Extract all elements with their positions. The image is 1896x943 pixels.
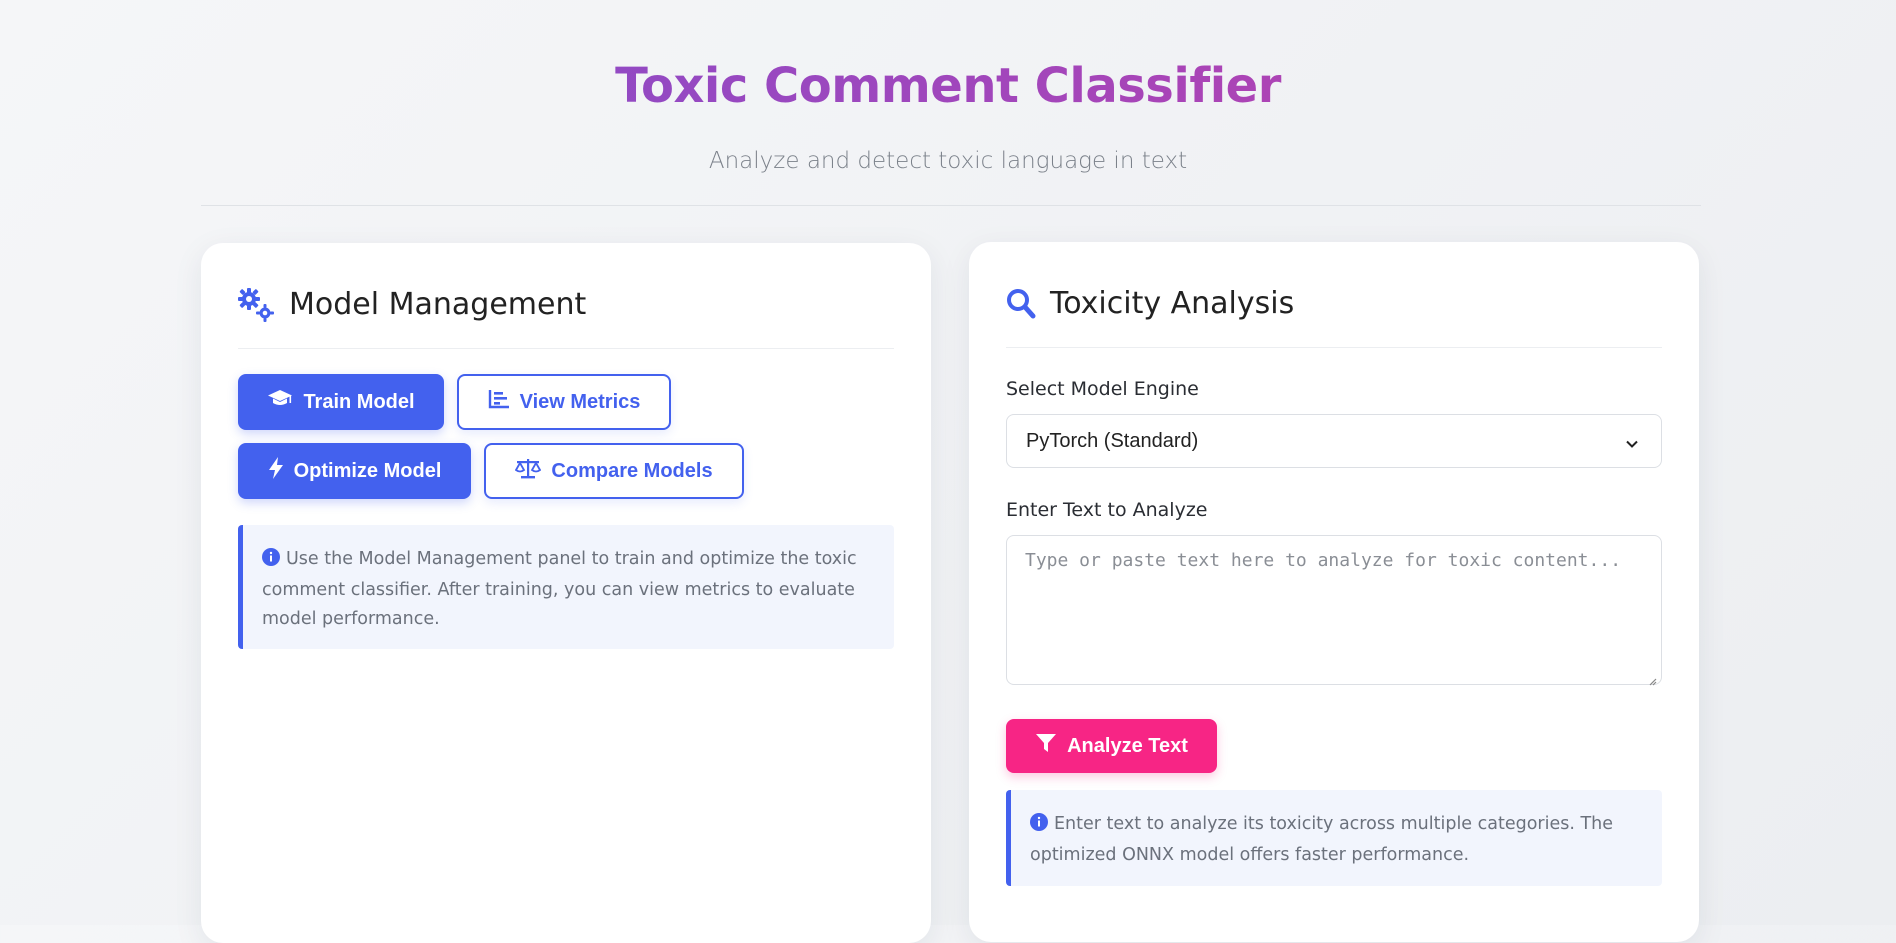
analysis-info-box: Enter text to analyze its toxicity acros… bbox=[1006, 790, 1662, 886]
model-info-text: Use the Model Management panel to train … bbox=[262, 549, 857, 629]
gears-icon bbox=[238, 287, 275, 322]
resize-grip-icon[interactable] bbox=[1647, 670, 1657, 686]
model-info-box: Use the Model Management panel to train … bbox=[238, 525, 894, 649]
card-divider bbox=[1006, 347, 1662, 348]
optimize-model-button[interactable]: Optimize Model bbox=[238, 443, 471, 499]
info-circle-icon bbox=[1030, 812, 1048, 841]
view-metrics-button[interactable]: View Metrics bbox=[457, 374, 671, 430]
engine-label: Select Model Engine bbox=[1006, 378, 1199, 400]
search-icon bbox=[1006, 288, 1036, 320]
page-title: Toxic Comment Classifier bbox=[0, 58, 1896, 114]
toxicity-analysis-header: Toxicity Analysis bbox=[1006, 286, 1294, 321]
text-input-placeholder: Type or paste text here to analyze for t… bbox=[1025, 550, 1622, 571]
view-metrics-label: View Metrics bbox=[519, 390, 641, 413]
filter-icon bbox=[1035, 733, 1057, 759]
chart-bar-icon bbox=[488, 389, 510, 415]
train-model-label: Train Model bbox=[303, 390, 415, 413]
model-engine-value: PyTorch (Standard) bbox=[1026, 429, 1199, 452]
text-input[interactable]: Type or paste text here to analyze for t… bbox=[1006, 535, 1662, 686]
optimize-model-label: Optimize Model bbox=[293, 459, 442, 482]
model-management-card: Model Management Train Model View Metric… bbox=[201, 243, 931, 943]
analyze-text-button[interactable]: Analyze Text bbox=[1006, 719, 1217, 773]
text-label: Enter Text to Analyze bbox=[1006, 499, 1208, 521]
page-subtitle: Analyze and detect toxic language in tex… bbox=[708, 148, 1188, 174]
analyze-text-label: Analyze Text bbox=[1067, 734, 1188, 757]
info-circle-icon bbox=[262, 547, 280, 576]
graduation-cap-icon bbox=[267, 389, 293, 415]
card-divider bbox=[238, 348, 894, 349]
compare-models-button[interactable]: Compare Models bbox=[484, 443, 744, 499]
model-management-header: Model Management bbox=[238, 287, 586, 322]
header-divider bbox=[201, 205, 1701, 206]
analysis-info-text: Enter text to analyze its toxicity acros… bbox=[1030, 814, 1614, 865]
balance-scale-icon bbox=[515, 457, 542, 485]
toxicity-analysis-title: Toxicity Analysis bbox=[1050, 286, 1295, 321]
model-management-title: Model Management bbox=[289, 287, 587, 322]
chevron-down-icon bbox=[1625, 434, 1639, 457]
toxicity-analysis-card: Toxicity Analysis Select Model Engine Py… bbox=[969, 242, 1699, 942]
compare-models-label: Compare Models bbox=[551, 459, 713, 482]
bolt-icon bbox=[268, 457, 284, 485]
train-model-button[interactable]: Train Model bbox=[238, 374, 444, 430]
model-engine-select[interactable]: PyTorch (Standard) bbox=[1006, 414, 1662, 468]
